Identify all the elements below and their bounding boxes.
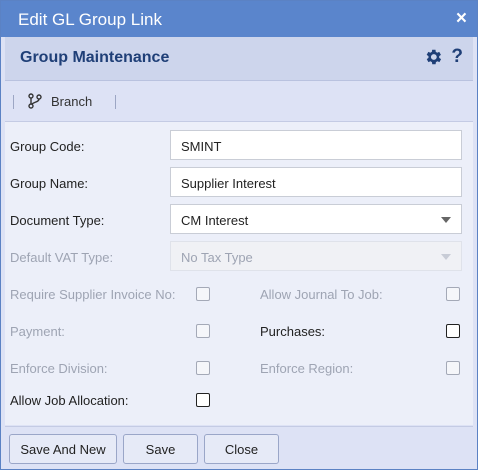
dialog-titlebar[interactable]: Edit GL Group Link × (1, 1, 477, 37)
document-type-label: Document Type: (10, 213, 105, 228)
enforce-region-checkbox (446, 361, 460, 375)
group-name-input[interactable]: Supplier Interest (170, 167, 462, 197)
document-type-value: CM Interest (181, 213, 249, 228)
page-header: Group Maintenance ? (5, 37, 473, 81)
save-and-new-button[interactable]: Save And New (9, 434, 117, 464)
group-name-value: Supplier Interest (181, 176, 276, 191)
require-supplier-invoice-no-label: Require Supplier Invoice No: (10, 287, 176, 302)
enforce-region-label: Enforce Region: (260, 361, 354, 376)
chevron-down-icon (441, 254, 451, 260)
branch-button[interactable]: Branch (27, 93, 92, 109)
payment-label: Payment: (10, 324, 65, 339)
enforce-division-label: Enforce Division: (10, 361, 108, 376)
allow-job-allocation-checkbox[interactable] (196, 393, 210, 407)
dialog-footer: Save And New Save Close (5, 426, 473, 469)
branch-icon (28, 93, 42, 109)
page-title: Group Maintenance (20, 49, 170, 66)
group-code-value: SMINT (181, 139, 222, 154)
enforce-division-checkbox (196, 361, 210, 375)
form-content: Group Code: SMINT Group Name: Supplier I… (5, 122, 473, 425)
toolbar: Branch (5, 81, 473, 122)
payment-checkbox (196, 324, 210, 338)
toolbar-divider (115, 95, 116, 109)
document-type-select[interactable]: CM Interest (170, 204, 462, 234)
default-vat-type-value: No Tax Type (181, 250, 253, 265)
help-icon[interactable]: ? (451, 46, 463, 68)
close-button[interactable]: Close (204, 434, 279, 464)
group-code-input[interactable]: SMINT (170, 130, 462, 160)
dialog-title: Edit GL Group Link (18, 10, 162, 29)
purchases-label: Purchases: (260, 324, 326, 339)
require-supplier-invoice-no-checkbox (196, 287, 210, 301)
group-name-label: Group Name: (10, 176, 89, 191)
group-code-label: Group Code: (10, 139, 85, 154)
close-icon[interactable]: × (456, 8, 467, 30)
default-vat-type-label: Default VAT Type: (10, 250, 114, 265)
branch-label: Branch (51, 93, 93, 109)
edit-gl-group-link-dialog: Edit GL Group Link × Group Maintenance ?… (0, 0, 478, 470)
toolbar-divider (13, 95, 14, 109)
allow-job-allocation-label: Allow Job Allocation: (10, 393, 129, 408)
allow-journal-to-job-checkbox (446, 287, 460, 301)
gear-icon[interactable] (423, 47, 443, 67)
default-vat-type-select: No Tax Type (170, 241, 462, 271)
purchases-checkbox[interactable] (446, 324, 460, 338)
chevron-down-icon (441, 217, 451, 223)
allow-journal-to-job-label: Allow Journal To Job: (260, 287, 383, 302)
save-button[interactable]: Save (123, 434, 198, 464)
